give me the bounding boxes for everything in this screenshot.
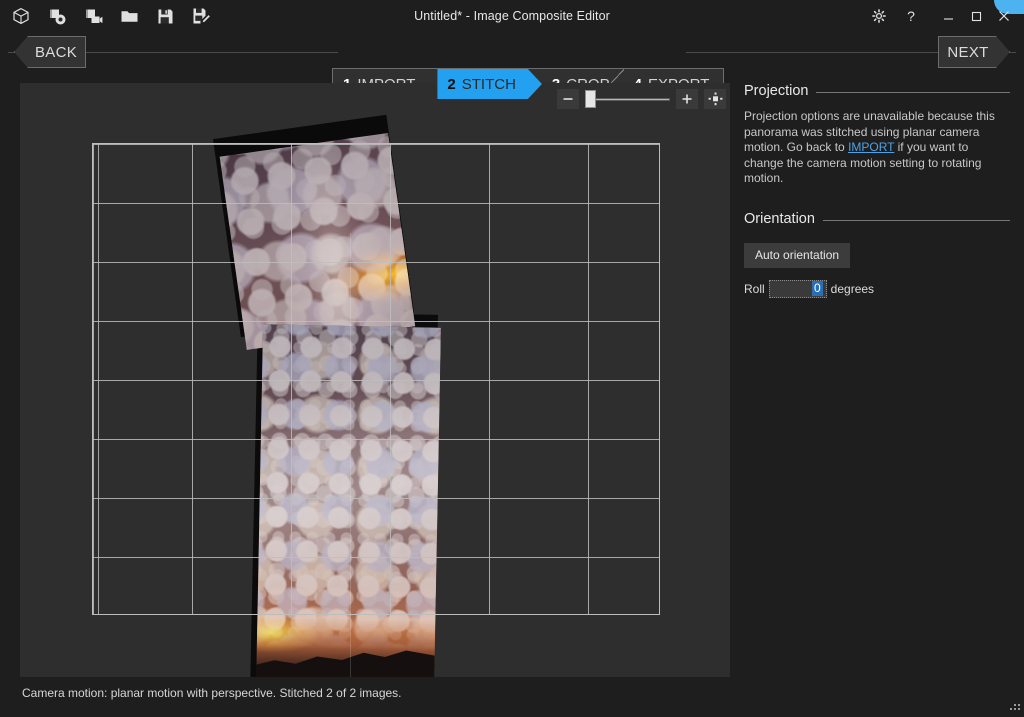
- panorama-image-top-stars: [219, 133, 416, 350]
- next-button[interactable]: NEXT: [938, 36, 1010, 68]
- auto-orientation-button[interactable]: Auto orientation: [744, 242, 851, 268]
- zoom-slider-track: [585, 98, 670, 101]
- open-folder-icon[interactable]: [116, 3, 142, 29]
- panorama-stitch-seam: [350, 233, 351, 677]
- main-toolbar: [8, 0, 214, 32]
- projection-title: Projection: [744, 83, 809, 99]
- back-button[interactable]: BACK: [14, 36, 86, 68]
- projection-section-header: Projection: [744, 83, 1010, 99]
- back-button-label: BACK: [34, 43, 78, 61]
- fit-to-window-icon[interactable]: [704, 89, 726, 109]
- window-title-text: Untitled* - Image Composite Editor: [414, 9, 610, 23]
- roll-input[interactable]: 0: [768, 279, 827, 298]
- status-bar: Camera motion: planar motion with perspe…: [0, 682, 1024, 717]
- image-composite-editor-window: Untitled* - Image Composite Editor ? BAC…: [0, 0, 1024, 717]
- orientation-title: Orientation: [744, 210, 815, 227]
- save-icon[interactable]: [152, 3, 178, 29]
- panorama-horizon-silhouette: [256, 324, 441, 677]
- resize-grip[interactable]: [1008, 702, 1020, 714]
- orientation-divider: [822, 219, 1010, 221]
- roll-input-value: 0: [811, 281, 823, 296]
- zoom-toolbar: [557, 88, 726, 110]
- zoom-slider[interactable]: [585, 89, 670, 109]
- gear-icon[interactable]: [866, 1, 892, 31]
- close-button[interactable]: [990, 1, 1018, 31]
- zoom-slider-thumb[interactable]: [585, 90, 596, 108]
- orientation-section-header: Orientation: [744, 211, 1010, 227]
- side-panel: Projection Projection options are unavai…: [744, 83, 1010, 677]
- panorama-composite: [20, 83, 730, 677]
- status-bar-text: Camera motion: planar motion with perspe…: [22, 686, 402, 700]
- new-panorama-icon[interactable]: [8, 3, 34, 29]
- window-controls: ?: [866, 0, 1018, 32]
- help-icon[interactable]: ?: [898, 1, 924, 31]
- add-video-icon[interactable]: [80, 3, 106, 29]
- orientation-section: Orientation Auto orientation Roll 0 degr…: [744, 211, 1010, 298]
- help-label: ?: [907, 8, 915, 24]
- panorama-canvas[interactable]: [20, 83, 730, 677]
- minimize-button[interactable]: [934, 1, 962, 31]
- roll-row: Roll 0 degrees: [744, 279, 1010, 298]
- wizard-nav-bar: BACK 1 IMPORT 2 STITCH 3 CROP 4 EXPORT N…: [0, 32, 1024, 100]
- projection-description: Projection options are unavailable becau…: [744, 109, 1002, 187]
- import-link[interactable]: IMPORT: [848, 140, 894, 154]
- save-as-icon[interactable]: [188, 3, 214, 29]
- zoom-out-button[interactable]: [557, 89, 579, 109]
- roll-units-label: degrees: [830, 281, 875, 296]
- projection-section: Projection Projection options are unavai…: [744, 83, 1010, 187]
- next-button-label: NEXT: [947, 43, 989, 61]
- title-bar: Untitled* - Image Composite Editor ?: [0, 0, 1024, 32]
- zoom-in-button[interactable]: [676, 89, 698, 109]
- roll-label: Roll: [744, 281, 765, 296]
- add-images-icon[interactable]: [44, 3, 70, 29]
- maximize-button[interactable]: [962, 1, 990, 31]
- projection-divider: [816, 92, 1010, 93]
